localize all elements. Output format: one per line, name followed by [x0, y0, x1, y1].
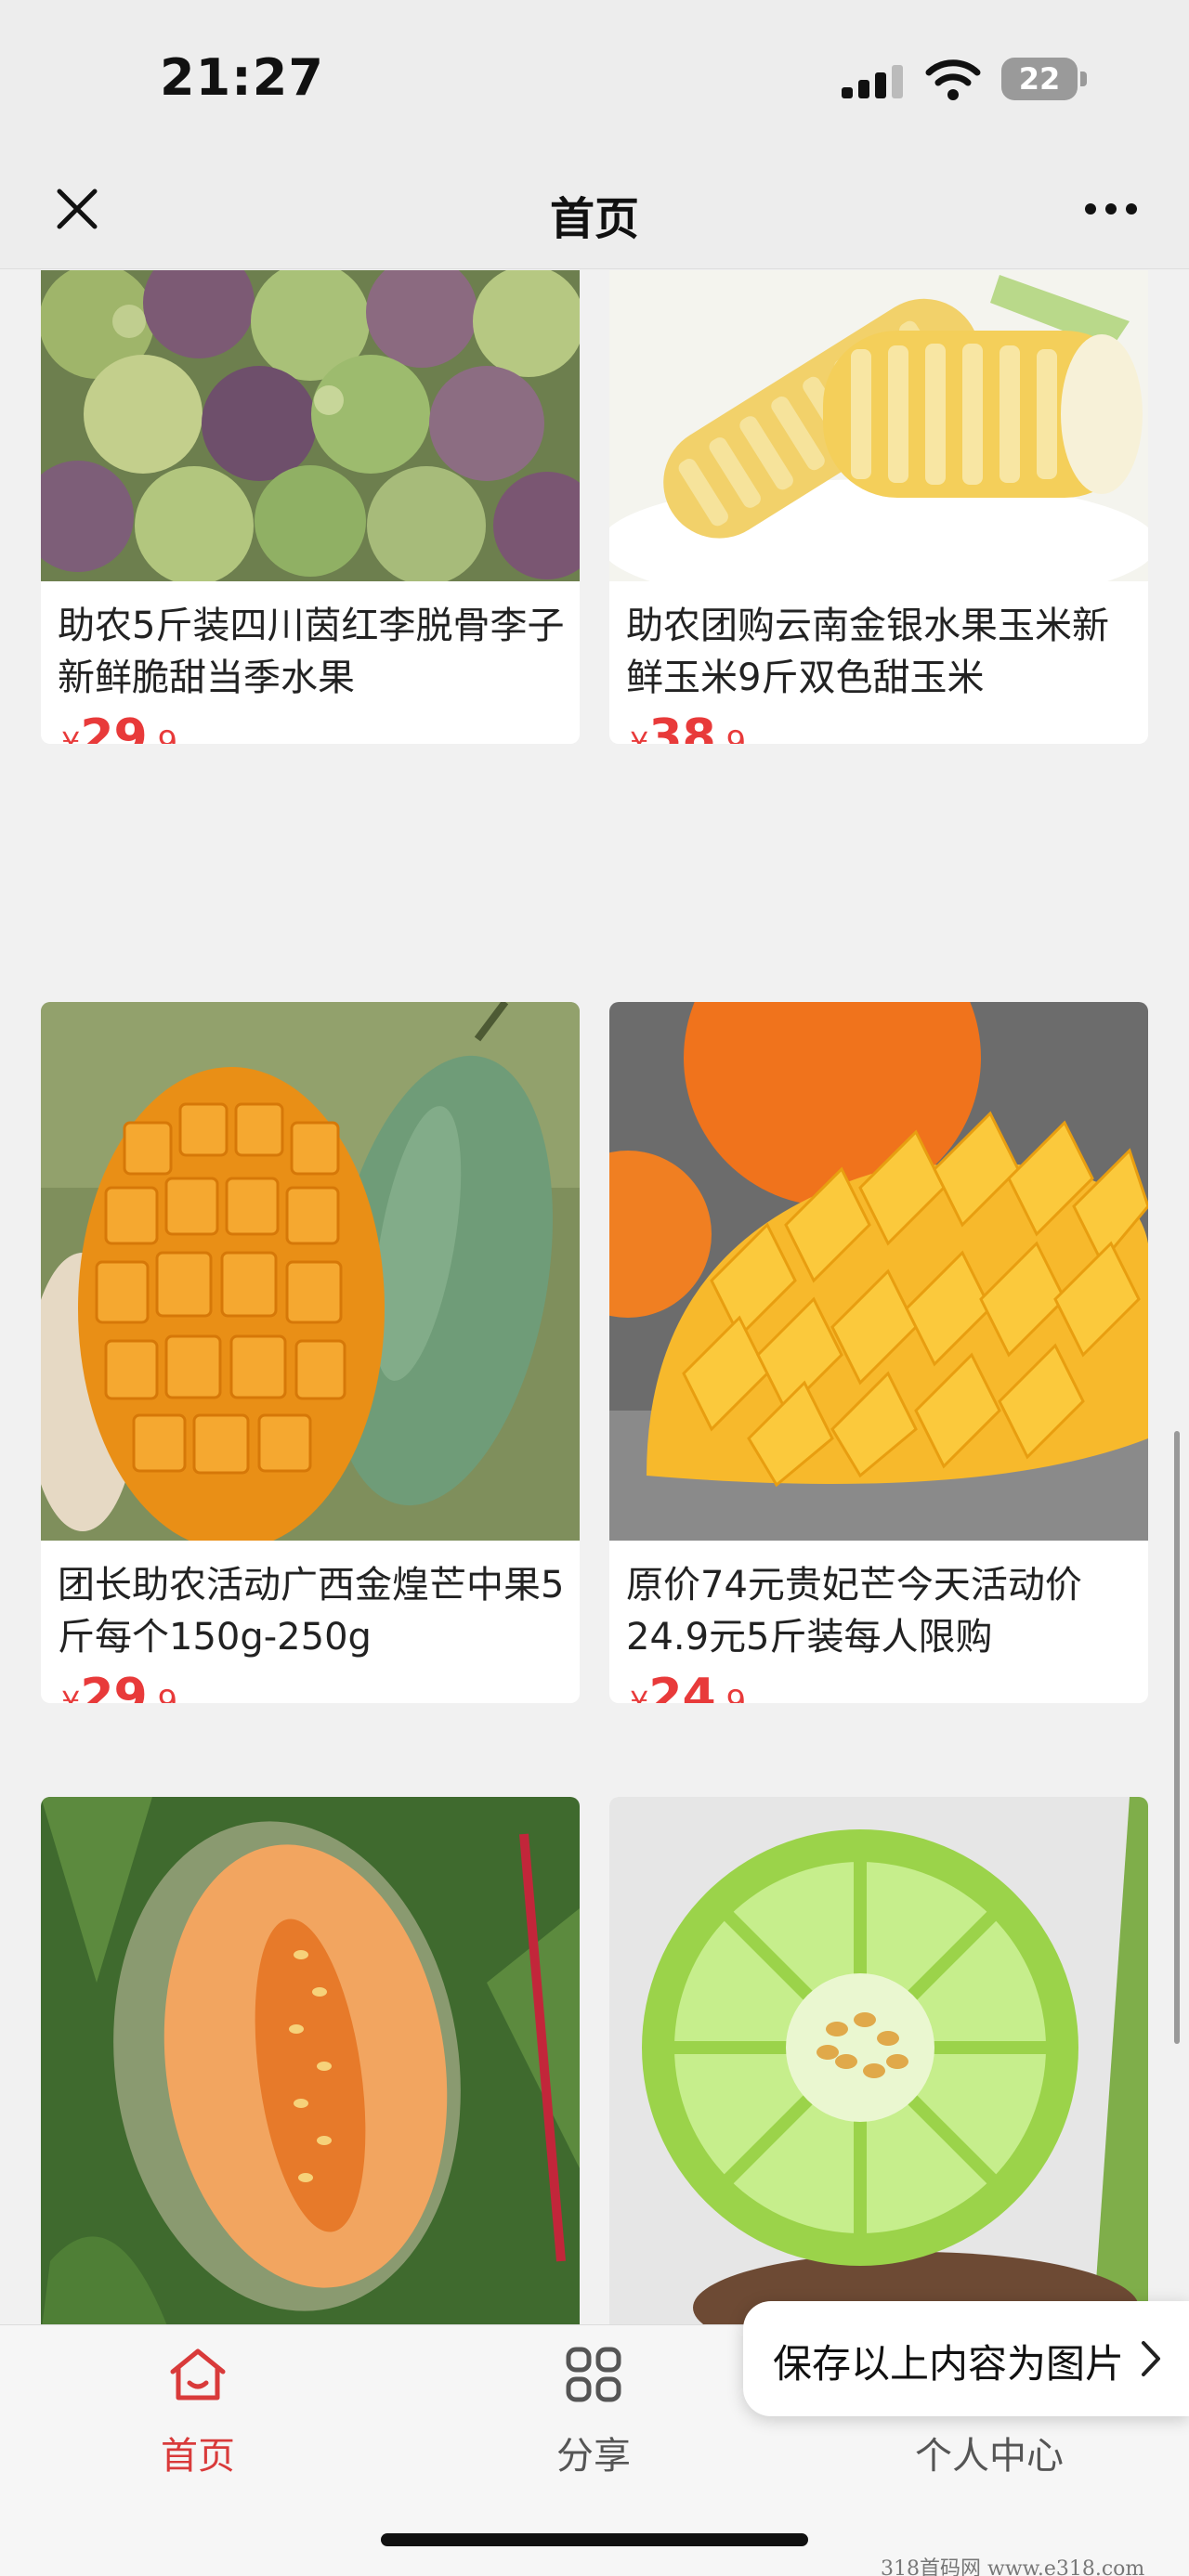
save-as-image-label: 保存以上内容为图片 — [773, 2341, 1125, 2387]
scroll-indicator[interactable] — [1174, 1431, 1180, 2044]
product-image-corn — [609, 270, 1148, 581]
product-price: ¥29.9 — [61, 1669, 178, 1703]
tab-label: 个人中心 — [915, 2435, 1064, 2478]
status-bar: 21:27 22 — [0, 0, 1189, 149]
watermark: 318首码网 www.e318.com — [881, 2557, 1145, 2576]
home-icon — [170, 2348, 226, 2400]
chevron-right-icon — [1142, 2341, 1160, 2376]
nav-bar: 首页 — [0, 149, 1189, 269]
tab-label: 分享 — [556, 2435, 631, 2478]
product-card[interactable]: 助农5斤装四川茵红李脱骨李子新鲜脆甜当季水果 ¥29.9 — [41, 270, 580, 744]
save-as-image-button[interactable]: 保存以上内容为图片 — [743, 2301, 1189, 2416]
tab-share[interactable]: 分享 — [396, 2325, 791, 2483]
product-card[interactable]: 团长助农活动广西金煌芒中果5斤每个150g-250g ¥29.9 — [41, 1002, 580, 1703]
product-title: 团长助农活动广西金煌芒中果5斤每个150g-250g — [58, 1564, 565, 1659]
tab-label: 首页 — [161, 2435, 235, 2478]
product-price: ¥38.9 — [630, 709, 747, 744]
battery-icon: 22 — [1001, 58, 1087, 100]
product-price: ¥24.9 — [630, 1669, 747, 1703]
product-card[interactable] — [609, 1797, 1148, 2324]
product-title: 原价74元贵妃芒今天活动价24.9元5斤装每人限购 — [626, 1564, 1082, 1659]
product-image-green-melon — [609, 1797, 1148, 2324]
status-time: 21:27 — [160, 48, 324, 107]
grid-icon — [566, 2347, 621, 2402]
wifi-icon — [925, 59, 981, 100]
product-image-cantaloupe — [41, 1797, 580, 2324]
product-title: 助农5斤装四川茵红李脱骨李子新鲜脆甜当季水果 — [58, 605, 565, 699]
battery-level: 22 — [1018, 61, 1061, 97]
tab-home[interactable]: 首页 — [0, 2325, 396, 2483]
product-image-mango-cut — [609, 1002, 1148, 1541]
signal-icon — [842, 65, 903, 98]
product-card[interactable] — [41, 1797, 580, 2324]
product-title: 助农团购云南金银水果玉米新鲜玉米9斤双色甜玉米 — [626, 605, 1109, 699]
product-card[interactable]: 助农团购云南金银水果玉米新鲜玉米9斤双色甜玉米 ¥38.9 — [609, 270, 1148, 744]
product-card[interactable]: 原价74元贵妃芒今天活动价24.9元5斤装每人限购 ¥24.9 — [609, 1002, 1148, 1703]
product-price: ¥29.9 — [61, 709, 178, 744]
page-title: 首页 — [549, 193, 639, 245]
product-grid: 助农5斤装四川茵红李脱骨李子新鲜脆甜当季水果 ¥29.9 助农团购云南金银水果玉… — [0, 270, 1189, 2324]
home-indicator — [381, 2533, 808, 2546]
more-icon[interactable] — [1083, 197, 1139, 221]
product-image-mango-green — [41, 1002, 580, 1541]
product-image-plums — [41, 270, 580, 581]
